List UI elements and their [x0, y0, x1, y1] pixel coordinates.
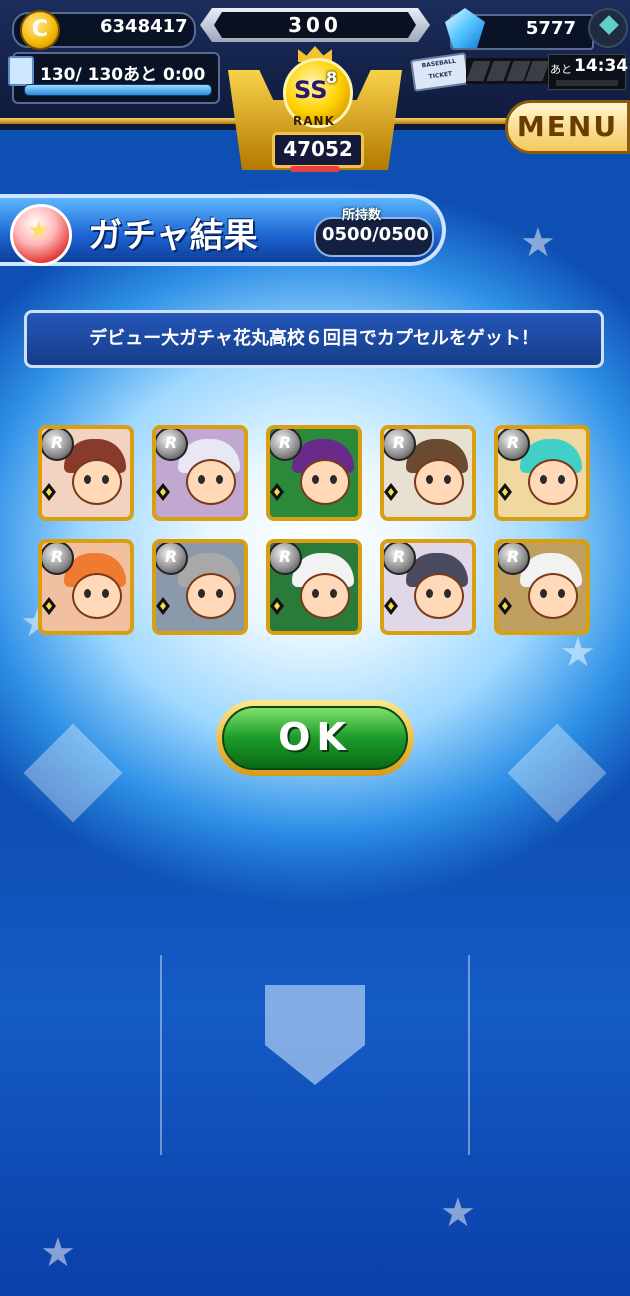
character-eye — [426, 589, 433, 598]
character-eye — [540, 475, 547, 484]
character-face — [528, 459, 578, 505]
rarity-badge-icon: R — [270, 543, 302, 575]
star-decoration: ★ — [440, 1190, 476, 1236]
character-eye — [444, 589, 451, 598]
rarity-badge-icon: R — [384, 543, 416, 575]
rank-label: RANK — [293, 114, 335, 128]
shop-icon[interactable] — [588, 8, 628, 48]
character-face — [72, 459, 122, 505]
character-face — [414, 573, 464, 619]
rank-badge[interactable]: SS 8 RANK 47052 — [228, 46, 402, 174]
ticket-timer-label: あと — [550, 63, 572, 76]
gem-value: 5777 — [525, 18, 576, 39]
character-card[interactable]: R — [266, 539, 362, 635]
ok-button-label: OK — [222, 706, 408, 770]
menu-button[interactable]: MENU — [505, 100, 630, 154]
field-line — [160, 955, 162, 1155]
page-title: ガチャ結果 — [88, 216, 258, 256]
star-decoration: ★ — [520, 220, 556, 266]
character-card[interactable]: R — [494, 425, 590, 521]
character-eye — [198, 475, 205, 484]
character-eye — [312, 475, 319, 484]
character-card[interactable]: R — [266, 425, 362, 521]
star-decoration: ★ — [40, 1230, 76, 1276]
character-face — [300, 573, 350, 619]
stamina-icon — [8, 56, 34, 86]
rarity-badge-icon: R — [498, 543, 530, 575]
rank-score: 47052 — [283, 137, 353, 161]
character-face — [300, 459, 350, 505]
rarity-badge-icon: R — [42, 543, 74, 575]
character-face — [72, 573, 122, 619]
rarity-badge-icon: R — [384, 429, 416, 461]
character-face — [186, 459, 236, 505]
top-status-bar: C 6348417 300 5777 130/ 130あと 0:00 BASEB… — [0, 0, 630, 175]
character-face — [528, 573, 578, 619]
stamina-bar — [24, 84, 212, 96]
character-eye — [102, 475, 109, 484]
ok-button[interactable]: OK — [216, 700, 414, 776]
character-eye — [558, 589, 565, 598]
field-line — [468, 955, 470, 1155]
ticket-timer-value: 14:34 — [574, 56, 629, 76]
character-eye — [84, 475, 91, 484]
character-eye — [216, 475, 223, 484]
rarity-badge-icon: R — [42, 429, 74, 461]
rarity-badge-icon: R — [498, 429, 530, 461]
ticket-timer-bar — [556, 80, 618, 86]
rarity-badge-icon: R — [156, 429, 188, 461]
rarity-badge-icon: R — [156, 543, 188, 575]
owned-count-value: 0500/0500 — [322, 224, 429, 245]
character-eye — [444, 475, 451, 484]
result-message: デビュー大ガチャ花丸高校６回目でカプセルをゲット！ — [24, 310, 604, 368]
owned-count-label: 所持数 — [342, 208, 382, 223]
rarity-badge-icon: R — [270, 429, 302, 461]
coin-icon: C — [20, 10, 60, 50]
character-card[interactable]: R — [38, 539, 134, 635]
rank-sub-grade: 8 — [326, 68, 338, 87]
character-face — [186, 573, 236, 619]
character-eye — [102, 589, 109, 598]
character-eye — [312, 589, 319, 598]
character-card[interactable]: R — [152, 425, 248, 521]
rank-grade: SS — [294, 76, 328, 104]
character-eye — [330, 589, 337, 598]
star-decoration: ★ — [560, 630, 596, 676]
stamina-text: 130/ 130あと 0:00 — [40, 65, 206, 85]
rank-progress-bar — [290, 166, 340, 172]
character-face — [414, 459, 464, 505]
star-icon: ★ — [27, 216, 51, 246]
coin-value: 6348417 — [100, 16, 188, 37]
character-card[interactable]: R — [38, 425, 134, 521]
character-eye — [216, 589, 223, 598]
character-card[interactable]: R — [380, 539, 476, 635]
character-eye — [84, 589, 91, 598]
character-eye — [198, 589, 205, 598]
character-eye — [558, 475, 565, 484]
base-diamond-left — [23, 723, 123, 823]
character-card[interactable]: R — [494, 539, 590, 635]
character-eye — [540, 589, 547, 598]
character-card[interactable]: R — [380, 425, 476, 521]
character-eye — [330, 475, 337, 484]
ticket-gauge — [466, 58, 550, 84]
character-eye — [426, 475, 433, 484]
character-card[interactable]: R — [152, 539, 248, 635]
base-diamond-right — [507, 723, 607, 823]
stone-value: 300 — [214, 12, 416, 38]
